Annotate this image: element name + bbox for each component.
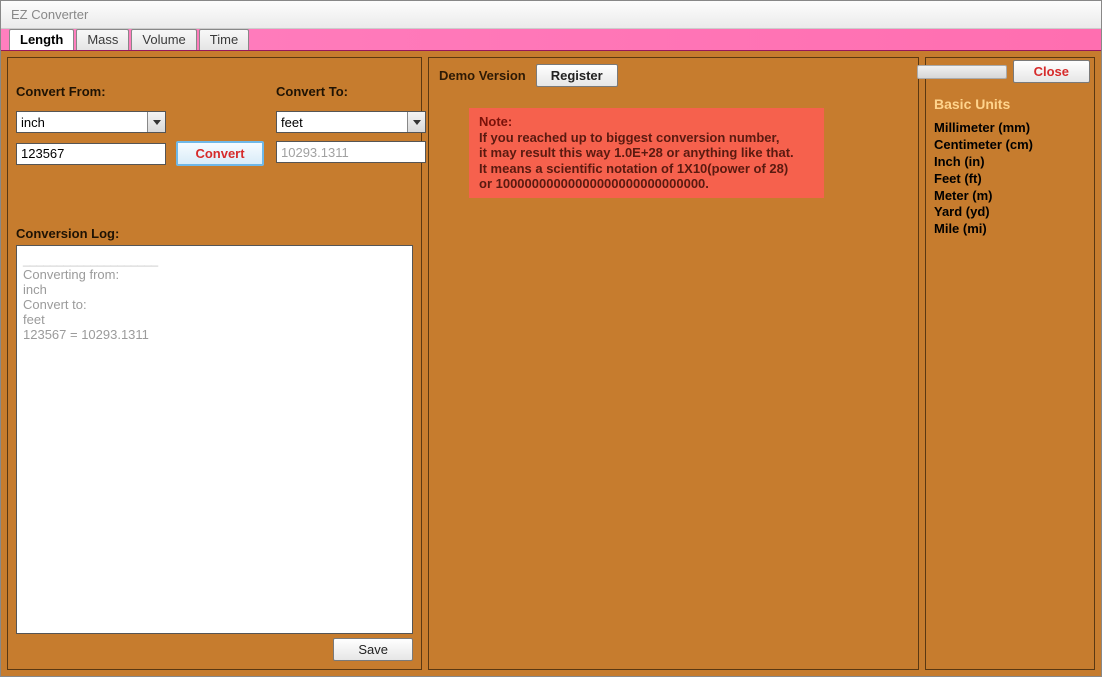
- unit-item: Centimeter (cm): [934, 137, 1086, 154]
- log-line: Convert to:: [23, 297, 406, 312]
- unit-item: Inch (in): [934, 154, 1086, 171]
- tab-length[interactable]: Length: [9, 29, 74, 50]
- note-line: It means a scientific notation of 1X10(p…: [479, 161, 814, 177]
- to-select[interactable]: feet: [276, 111, 426, 133]
- window-title: EZ Converter: [11, 7, 88, 22]
- top-right-bar: Close: [917, 60, 1090, 83]
- progress-bar: [917, 65, 1007, 79]
- to-select-value: feet: [277, 115, 407, 130]
- unit-item: Meter (m): [934, 188, 1086, 205]
- input-row: Convert: [16, 141, 264, 166]
- tab-volume[interactable]: Volume: [131, 29, 196, 50]
- log-line: feet: [23, 312, 406, 327]
- info-panel: Demo Version Register Note: If you reach…: [428, 57, 919, 670]
- from-select[interactable]: inch: [16, 111, 166, 133]
- note-title: Note:: [479, 114, 814, 130]
- to-column: Convert To: feet: [276, 84, 426, 166]
- from-label: Convert From:: [16, 84, 264, 99]
- from-value-input[interactable]: [16, 143, 166, 165]
- main-content: Convert From: inch Convert Convert To:: [1, 51, 1101, 676]
- conversion-panel: Convert From: inch Convert Convert To:: [7, 57, 422, 670]
- tab-time[interactable]: Time: [199, 29, 249, 50]
- to-label: Convert To:: [276, 84, 426, 99]
- save-button[interactable]: Save: [333, 638, 413, 661]
- close-button[interactable]: Close: [1013, 60, 1090, 83]
- log-line: inch: [23, 282, 406, 297]
- app-window: EZ Converter Length Mass Volume Time Con…: [0, 0, 1102, 677]
- tab-bar: Length Mass Volume Time: [1, 29, 1101, 51]
- note-line: it may result this way 1.0E+28 or anythi…: [479, 145, 814, 161]
- titlebar: EZ Converter: [1, 1, 1101, 29]
- to-value-output: [276, 141, 426, 163]
- basic-units-title: Basic Units: [934, 96, 1086, 112]
- conversion-log[interactable]: ____________________ Converting from: in…: [16, 245, 413, 634]
- sidebar-panel: Close Basic Units Millimeter (mm) Centim…: [925, 57, 1095, 670]
- tab-mass[interactable]: Mass: [76, 29, 129, 50]
- save-row: Save: [16, 638, 413, 661]
- from-column: Convert From: inch Convert: [16, 84, 264, 166]
- unit-item: Yard (yd): [934, 204, 1086, 221]
- note-line: If you reached up to biggest conversion …: [479, 130, 814, 146]
- from-select-value: inch: [17, 115, 147, 130]
- note-box: Note: If you reached up to biggest conve…: [469, 108, 824, 198]
- unit-list: Millimeter (mm) Centimeter (cm) Inch (in…: [934, 120, 1086, 238]
- log-line: Converting from:: [23, 267, 406, 282]
- unit-item: Feet (ft): [934, 171, 1086, 188]
- center-header: Demo Version Register: [439, 60, 908, 90]
- note-line: or 10000000000000000000000000000.: [479, 176, 814, 192]
- form-section: Convert From: inch Convert Convert To:: [16, 84, 413, 166]
- log-label: Conversion Log:: [16, 226, 413, 241]
- unit-item: Millimeter (mm): [934, 120, 1086, 137]
- register-button[interactable]: Register: [536, 64, 618, 87]
- chevron-down-icon: [147, 112, 165, 132]
- log-divider: ____________________: [23, 252, 406, 267]
- unit-item: Mile (mi): [934, 221, 1086, 238]
- log-line: 123567 = 10293.1311: [23, 327, 406, 342]
- convert-button[interactable]: Convert: [176, 141, 264, 166]
- demo-label: Demo Version: [439, 68, 526, 83]
- chevron-down-icon: [407, 112, 425, 132]
